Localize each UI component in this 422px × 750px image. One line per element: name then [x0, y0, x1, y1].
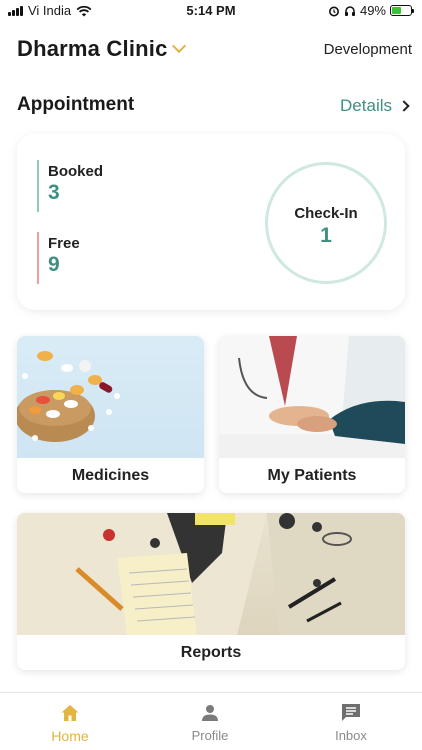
environment-label: Development	[323, 41, 412, 58]
free-stat[interactable]: Free 9	[37, 232, 80, 284]
reports-image	[17, 513, 405, 635]
checkin-count: 1	[320, 224, 332, 247]
tab-inbox-label: Inbox	[335, 728, 367, 743]
checkin-circle[interactable]: Check-In 1	[265, 162, 387, 284]
free-count: 9	[48, 253, 60, 276]
details-link[interactable]: Details	[340, 96, 410, 116]
person-icon	[202, 705, 218, 721]
medicines-image	[17, 336, 204, 458]
clinic-name: Dharma Clinic	[17, 36, 168, 61]
tab-profile-label: Profile	[191, 728, 229, 743]
status-bar: Vi India 5:14 PM 49%	[0, 0, 422, 22]
appointment-card: Booked 3 Free 9 Check-In 1	[17, 134, 405, 310]
tab-profile[interactable]: Profile	[160, 701, 260, 743]
patients-image	[219, 336, 405, 458]
battery-icon	[390, 5, 414, 16]
tab-bar: Home Profile Inbox	[0, 692, 422, 750]
tab-home-label: Home	[51, 728, 89, 744]
alarm-icon	[328, 6, 339, 16]
patients-label: My Patients	[267, 467, 357, 484]
medicines-tile[interactable]: Medicines	[17, 336, 204, 493]
appointment-title: Appointment	[17, 94, 135, 115]
booked-stat[interactable]: Booked 3	[37, 160, 103, 212]
reports-label: Reports	[180, 644, 242, 661]
chevron-right-icon	[398, 100, 410, 112]
reports-tile[interactable]: Reports	[17, 513, 405, 670]
booked-label: Booked	[48, 163, 104, 180]
booked-count: 3	[48, 181, 60, 204]
header: Dharma Clinic Development	[17, 36, 412, 66]
chevron-down-icon	[171, 38, 186, 54]
free-label: Free	[48, 235, 80, 252]
patients-tile[interactable]: My Patients	[219, 336, 405, 493]
tab-home[interactable]: Home	[20, 701, 120, 744]
battery-percent: 49%	[359, 3, 386, 18]
tab-inbox[interactable]: Inbox	[301, 701, 401, 743]
chat-icon	[342, 704, 360, 721]
details-label: Details	[340, 96, 392, 115]
home-icon	[61, 705, 79, 721]
clinic-selector[interactable]: Dharma Clinic	[17, 36, 186, 62]
checkin-label: Check-In	[294, 205, 358, 222]
status-right: 49%	[328, 3, 414, 18]
headphones-icon	[344, 5, 355, 16]
medicines-label: Medicines	[71, 467, 150, 484]
